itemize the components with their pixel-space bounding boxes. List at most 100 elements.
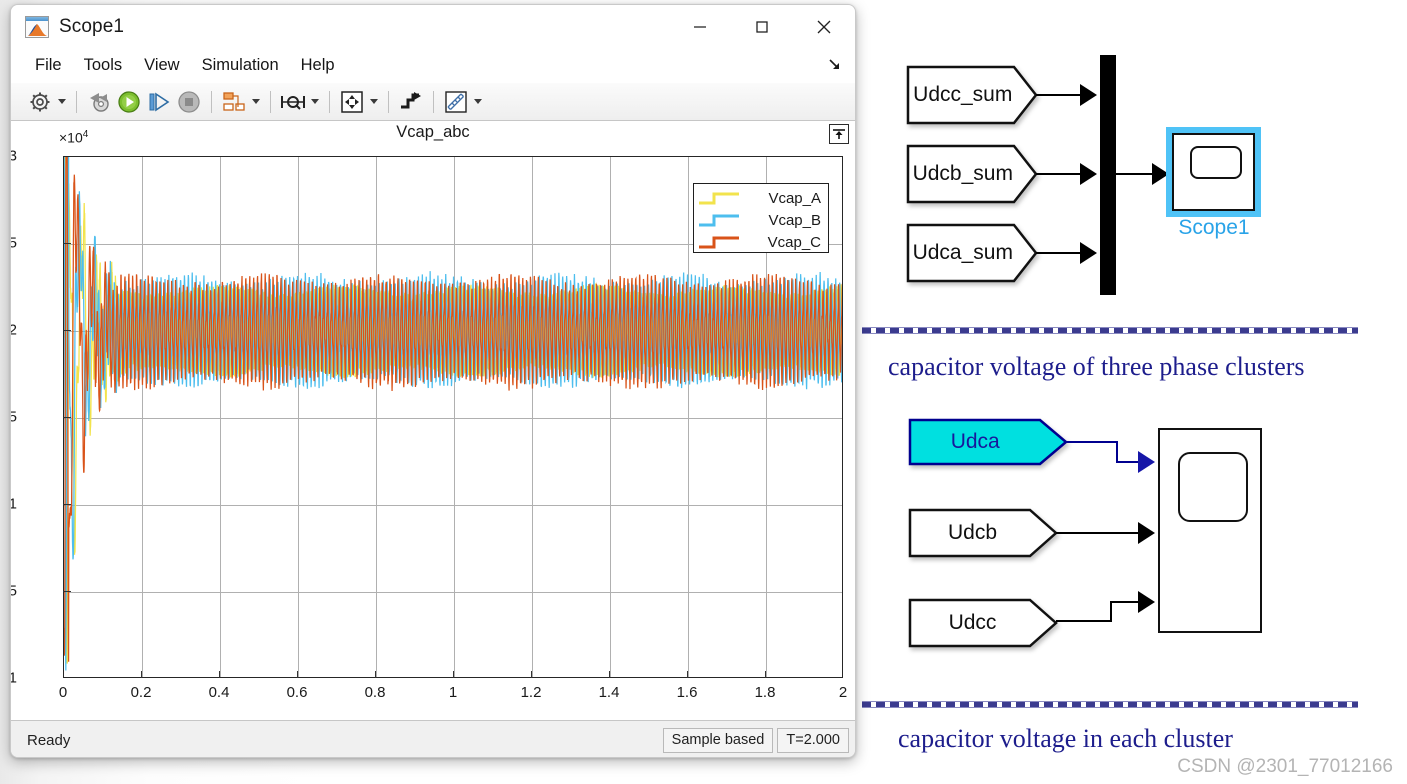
statusbar: Ready Sample based T=2.000 [11,721,855,757]
highlight-signal-button[interactable] [396,87,426,117]
scope2-block[interactable] [1158,428,1262,633]
menubar: File Tools View Simulation Help [11,49,855,82]
x-tick-label: 0.6 [286,684,308,701]
y-tick-label: 1.25 [11,235,17,252]
plot-title: Vcap_abc [396,123,470,141]
legend-row-c: Vcap_C [698,231,824,253]
arrow-udcb-to-scope [1138,522,1155,544]
run-button[interactable] [114,87,144,117]
x-tick-label: 1.2 [520,684,542,701]
menu-help[interactable]: Help [290,53,346,78]
toolbar-separator [433,90,434,113]
port-shape [908,598,1058,648]
menu-view[interactable]: View [133,53,190,78]
x-tick-label: 0.4 [208,684,230,701]
x-tick-label: 1.8 [754,684,776,701]
stop-button[interactable] [174,87,204,117]
port-shape [908,418,1068,466]
maximize-button[interactable] [731,5,793,49]
chart-axes[interactable]: Vcap_A Vcap_B Vcap_C [63,156,843,678]
y-tick-mark [63,243,71,244]
layout-button[interactable] [219,87,249,117]
x-tick-label: 1 [448,684,458,701]
annotation-bottom: capacitor voltage in each cluster [898,724,1233,753]
run-back-to-start-button[interactable] [84,87,114,117]
configuration-properties-caret[interactable] [55,87,69,117]
legend-row-b: Vcap_B [698,209,824,231]
chart-legend[interactable]: Vcap_A Vcap_B Vcap_C [693,183,829,253]
menu-tools[interactable]: Tools [73,53,134,78]
layout-caret[interactable] [249,87,263,117]
arrow-mux-to-scope [1152,163,1169,185]
x-tick-mark [765,671,766,678]
wire-udcc-to-scope-v [1110,601,1112,622]
legend-label: Vcap_B [768,211,821,229]
arrow-udcb-to-mux [1080,163,1097,185]
y-exponent-power: 4 [82,129,89,140]
menu-simulation[interactable]: Simulation [191,53,290,78]
zoom-fit-caret[interactable] [367,87,381,117]
annotation-top: capacitor voltage of three phase cluster… [888,352,1305,381]
x-tick-mark [375,671,376,678]
port-udcb[interactable]: Udcb [908,508,1058,558]
menu-file[interactable]: File [27,53,73,78]
cursor-measurements-button[interactable] [278,87,308,117]
x-tick-label: 2 [838,684,848,701]
x-tick-mark [531,671,532,678]
bus-mux-block[interactable] [1100,55,1116,295]
window-titlebar[interactable]: Scope1 [11,5,855,49]
measurements-button[interactable] [441,87,471,117]
wire-udcb-to-scope [1056,532,1142,534]
matlab-scope-icon [25,15,49,38]
step-forward-button[interactable] [144,87,174,117]
divider-bottom [862,701,1358,708]
undock-arrow-icon[interactable] [827,57,843,73]
measurements-caret[interactable] [471,87,485,117]
port-udca[interactable]: Udca [908,418,1068,466]
configuration-properties-button[interactable] [25,87,55,117]
close-button[interactable] [793,5,855,49]
port-udcb-sum[interactable]: Udcb_sum [906,144,1038,204]
port-udcc-sum[interactable]: Udcc_sum [906,65,1038,125]
x-tick-mark [297,671,298,678]
zoom-fit-button[interactable] [337,87,367,117]
wire-udca-to-scope-h1 [1066,441,1118,443]
watermark: CSDN @2301_77012166 [1177,756,1393,777]
scope1-block[interactable] [1172,133,1255,211]
scope1-block-label: Scope1 [1178,216,1250,239]
wire-udca-to-mux [1036,252,1086,254]
wire-udcc-to-scope-h1 [1056,620,1112,622]
toolbar-separator [329,90,330,113]
y-tick-mark [63,504,71,505]
y-tick-label: 1 [11,670,17,687]
port-shape [906,144,1038,204]
minimize-button[interactable] [669,5,731,49]
toolbar-separator [211,90,212,113]
divider-top [862,327,1358,334]
x-tick-mark [687,671,688,678]
toolbar-separator [388,90,389,113]
x-tick-mark [609,671,610,678]
y-tick-label: 1.1 [11,496,17,513]
scope-screen-icon [1190,146,1242,179]
window-title: Scope1 [59,15,125,37]
port-udcc[interactable]: Udcc [908,598,1058,648]
toolbar-separator [270,90,271,113]
legend-swatch-a [699,192,739,205]
y-tick-mark [63,330,71,331]
port-udca-sum[interactable]: Udca_sum [906,223,1038,283]
x-tick-label: 0.8 [364,684,386,701]
x-tick-mark [219,671,220,678]
toolbar [11,82,855,121]
arrow-udca-to-scope [1138,451,1155,473]
toolbar-separator [76,90,77,113]
cursor-measurements-caret[interactable] [308,87,322,117]
arrow-udca-to-mux [1080,242,1097,264]
frame-mode-cell: Sample based [662,727,774,753]
legend-swatch-b [699,214,739,227]
x-tick-label: 1.4 [598,684,620,701]
x-tick-label: 1.6 [676,684,698,701]
wire-udcc-to-mux [1036,94,1086,96]
legend-swatch-c [699,236,739,249]
legend-label: Vcap_C [767,233,821,251]
